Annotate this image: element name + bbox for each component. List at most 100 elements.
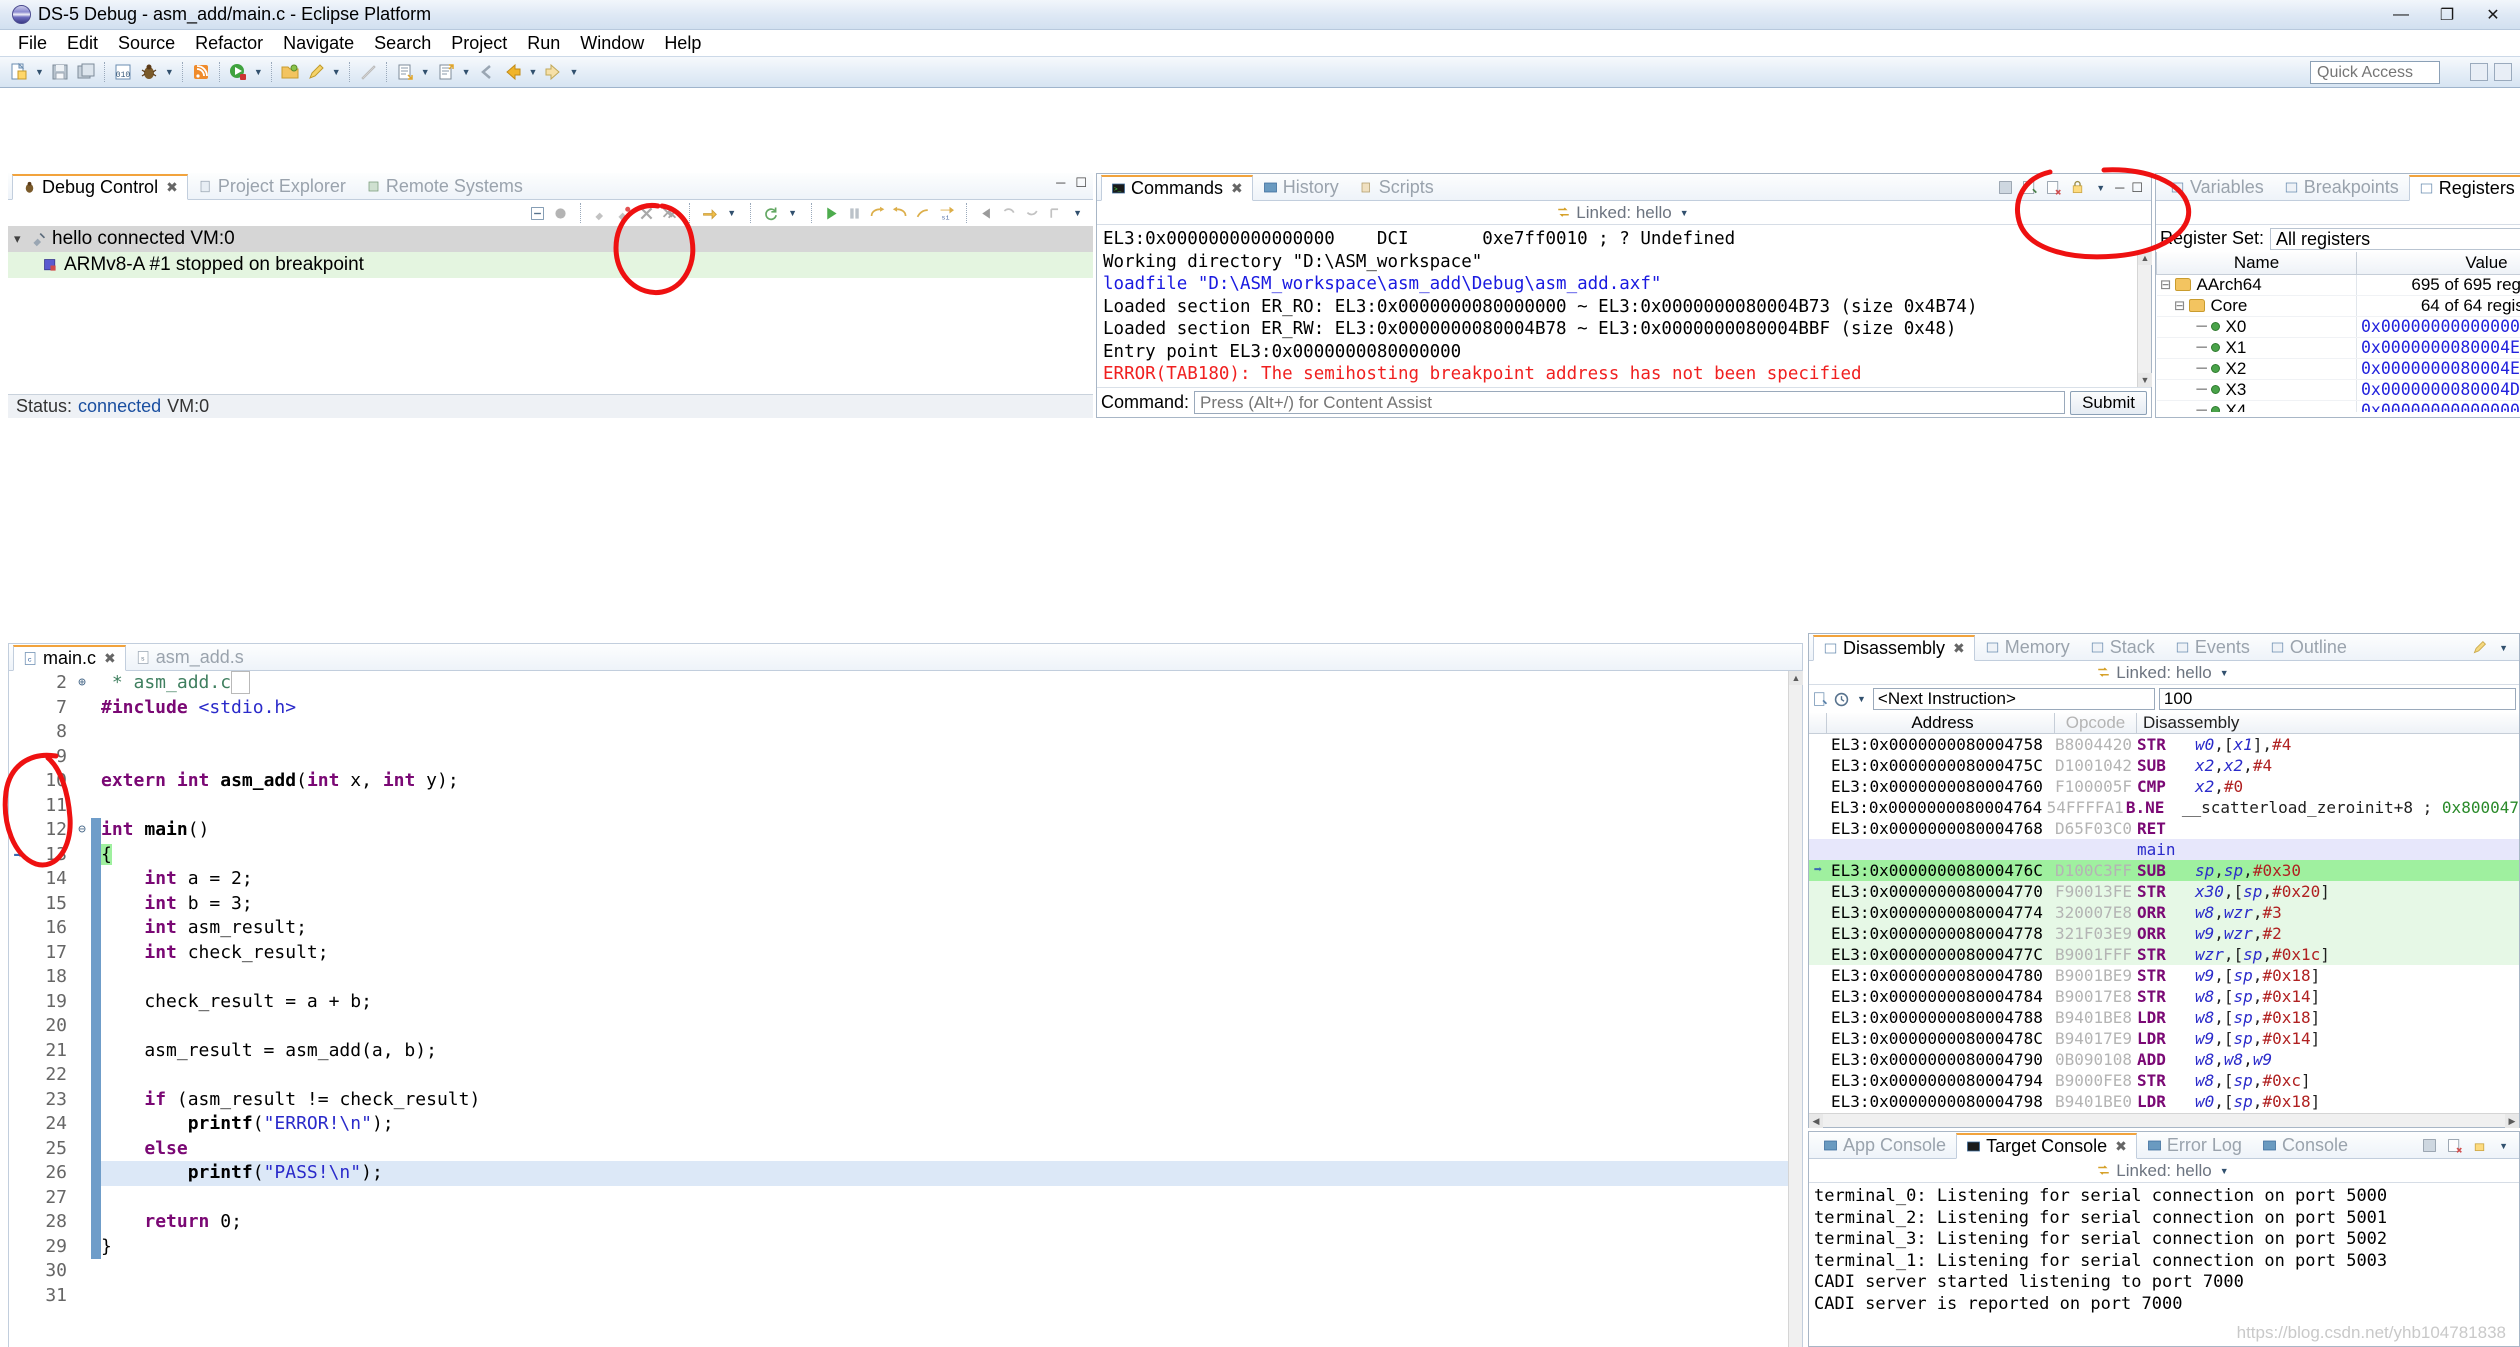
code-line[interactable]: [101, 745, 1802, 770]
minimize-view-icon[interactable]: ─: [1056, 175, 1065, 191]
code-line[interactable]: [101, 1259, 1802, 1284]
disassembly-row[interactable]: EL3:0x0000000080004774 320007E8 ORR w8,wzr,…: [1809, 902, 2519, 923]
code-line[interactable]: asm_result = asm_add(a, b);: [101, 1039, 1802, 1064]
line-marker[interactable]: [9, 892, 27, 917]
fold-toggle[interactable]: [73, 1088, 91, 1113]
code-line[interactable]: else: [101, 1137, 1802, 1162]
line-marker[interactable]: [9, 818, 27, 843]
step-return-icon[interactable]: [915, 205, 932, 222]
export-log-icon[interactable]: [2021, 179, 2038, 196]
reload-dropdown-icon[interactable]: ▼: [788, 208, 797, 218]
perspective-switcher[interactable]: [2470, 63, 2512, 81]
line-marker[interactable]: [9, 1161, 27, 1186]
fold-toggle[interactable]: [73, 1284, 91, 1309]
target-console-view-menu-icon[interactable]: ▼: [2499, 1141, 2508, 1151]
code-line[interactable]: int check_result;: [101, 941, 1802, 966]
tab-asm-add-s[interactable]: s asm_add.s: [126, 644, 254, 670]
fold-toggle[interactable]: [73, 1259, 91, 1284]
menu-item-file[interactable]: File: [8, 31, 57, 56]
continue-run-icon[interactable]: [823, 205, 840, 222]
fold-toggle[interactable]: [73, 1235, 91, 1260]
scroll-up-arrow[interactable]: ▲: [2138, 251, 2152, 265]
previous-annotation-dropdown-icon[interactable]: ▼: [462, 67, 471, 77]
history-clock-icon[interactable]: [1833, 691, 1850, 708]
line-marker[interactable]: [9, 1112, 27, 1137]
line-marker[interactable]: [9, 671, 27, 696]
line-marker[interactable]: [9, 745, 27, 770]
history-dropdown-icon[interactable]: ▼: [1857, 694, 1866, 704]
tab-history[interactable]: History: [1253, 174, 1349, 200]
lock-scroll-icon[interactable]: [2471, 1137, 2488, 1154]
fold-toggle[interactable]: ⊖: [73, 818, 91, 843]
tab-remote-systems[interactable]: Remote Systems: [356, 173, 533, 199]
instruction-count-input[interactable]: 100: [2158, 688, 2516, 710]
next-annotation-button[interactable]: [392, 59, 418, 85]
disassembly-row[interactable]: EL3:0x000000008000477C B9001FFF STR wzr,[sp…: [1809, 944, 2519, 965]
tab-stack[interactable]: Stack: [2080, 634, 2165, 660]
tab-variables[interactable]: Variables: [2160, 174, 2274, 200]
editor-vertical-scrollbar[interactable]: ▲ ▼: [1788, 671, 1803, 1347]
new-button[interactable]: [6, 59, 32, 85]
line-marker[interactable]: [9, 916, 27, 941]
run-button[interactable]: [225, 59, 251, 85]
line-marker[interactable]: [9, 1235, 27, 1260]
line-marker[interactable]: [9, 941, 27, 966]
fold-toggle[interactable]: [73, 1210, 91, 1235]
goto-address-icon[interactable]: [1812, 691, 1829, 708]
run-to-line-icon[interactable]: [978, 205, 995, 222]
disassembly-row[interactable]: EL3:0x0000000080004794 B9000FE8 STR w8,[sp,…: [1809, 1070, 2519, 1091]
code-line[interactable]: #include <stdio.h>: [101, 696, 1802, 721]
debug-tree-row[interactable]: ARMv8-A #1 stopped on breakpoint: [8, 252, 1093, 278]
minimize-button[interactable]: —: [2378, 2, 2424, 28]
line-marker[interactable]: [9, 769, 27, 794]
open-folder-button[interactable]: [277, 59, 303, 85]
register-row[interactable]: ⊟ Core64 of 64 registers: [2156, 295, 2520, 317]
reload-icon[interactable]: [762, 205, 779, 222]
disassembly-view-menu-icon[interactable]: ▼: [2499, 643, 2508, 653]
register-value-cell[interactable]: 0x0000000000000000: [2356, 316, 2520, 338]
highlight-button[interactable]: [303, 59, 329, 85]
code-line[interactable]: [101, 1186, 1802, 1211]
fold-toggle[interactable]: [73, 1063, 91, 1088]
collapse-all-icon[interactable]: [529, 205, 546, 222]
fold-toggle[interactable]: [73, 1039, 91, 1064]
fold-toggle[interactable]: [73, 696, 91, 721]
scroll-right-arrow[interactable]: ▶: [2505, 1114, 2519, 1128]
fold-toggle[interactable]: ⊕: [73, 671, 91, 696]
highlight-dropdown-icon[interactable]: ▼: [332, 67, 341, 77]
tab-project-explorer[interactable]: Project Explorer: [188, 173, 356, 199]
register-set-value[interactable]: All registers: [2270, 227, 2520, 250]
chevron-down-icon[interactable]: ▼: [2220, 668, 2229, 678]
tab-events[interactable]: Events: [2165, 634, 2260, 660]
fold-toggle[interactable]: [73, 720, 91, 745]
line-marker[interactable]: [9, 1088, 27, 1113]
tab-main-c[interactable]: c main.c ✖: [13, 645, 126, 671]
registers-linked-indicator[interactable]: Linked: hello ▼: [2156, 201, 2520, 225]
code-line[interactable]: int a = 2;: [101, 867, 1802, 892]
disassembly-row[interactable]: EL3:0x0000000080004760 F100005F CMP x2,#0: [1809, 776, 2519, 797]
connect-icon[interactable]: [552, 205, 569, 222]
chevron-down-icon[interactable]: ▼: [1680, 208, 1689, 218]
fold-toggle[interactable]: [73, 1014, 91, 1039]
fold-toggle[interactable]: [73, 1137, 91, 1162]
tab-disassembly[interactable]: Disassembly ✖: [1813, 635, 1975, 661]
line-marker[interactable]: [9, 1039, 27, 1064]
lock-scroll-icon[interactable]: [2069, 179, 2086, 196]
step-into-source-icon[interactable]: [892, 205, 909, 222]
fold-toggle[interactable]: [73, 990, 91, 1015]
save-log-icon[interactable]: [2421, 1137, 2438, 1154]
fold-toggle[interactable]: [73, 965, 91, 990]
disconnect-target-icon[interactable]: [615, 205, 632, 222]
code-line[interactable]: int main(): [101, 818, 1802, 843]
step-back-over-icon[interactable]: [1024, 205, 1041, 222]
code-line[interactable]: {: [101, 843, 1802, 868]
menu-item-project[interactable]: Project: [441, 31, 517, 56]
debug-dropdown-icon[interactable]: ▼: [165, 67, 174, 77]
close-icon[interactable]: ✖: [2115, 1138, 2127, 1155]
editor-marker-gutter[interactable]: ➡: [9, 671, 27, 1347]
chevron-down-icon[interactable]: ▼: [2220, 1166, 2229, 1176]
tab-app-console[interactable]: App Console: [1813, 1132, 1956, 1158]
code-area[interactable]: ➡ 2 7 8 9 10 11 12 13 14 15 16 17 18 19 20 21 22 23 24 25 26 2…: [9, 671, 1802, 1347]
register-value-cell[interactable]: 0x0000000080004ED0: [2356, 337, 2520, 359]
tab-target-console[interactable]: Target Console ✖: [1956, 1133, 2137, 1159]
